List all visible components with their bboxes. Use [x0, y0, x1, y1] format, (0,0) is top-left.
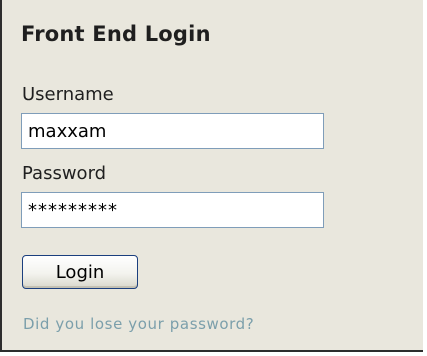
username-input[interactable]: [21, 113, 324, 149]
panel-title: Front End Login: [21, 22, 211, 46]
login-button[interactable]: Login: [22, 255, 138, 289]
username-label: Username: [22, 84, 114, 105]
password-label: Password: [22, 163, 107, 184]
lost-password-link[interactable]: Did you lose your password?: [23, 315, 254, 333]
password-input[interactable]: [21, 192, 324, 228]
login-panel: Front End Login Username Password Login …: [0, 0, 423, 352]
